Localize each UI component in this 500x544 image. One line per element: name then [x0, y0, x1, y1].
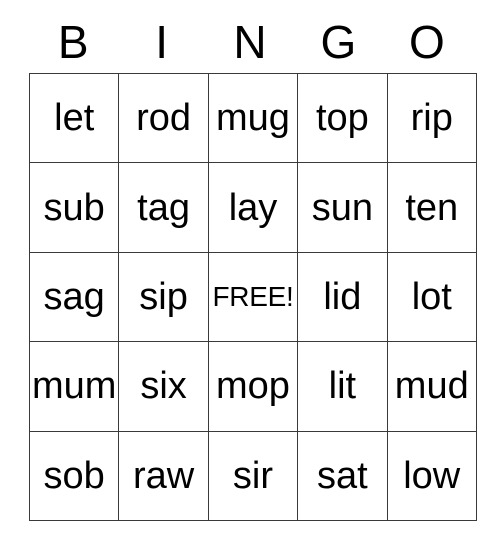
bingo-cell[interactable]: rod	[118, 72, 209, 164]
bingo-cell[interactable]: top	[297, 72, 388, 164]
bingo-card: B I N G O let rod mug top rip sub tag la…	[28, 0, 477, 521]
bingo-cell[interactable]: six	[118, 341, 209, 432]
bingo-header-letter-g: G	[320, 16, 357, 68]
bingo-cell[interactable]: rip	[386, 72, 477, 164]
bingo-row: sob raw sir sat low	[28, 430, 477, 521]
bingo-cell[interactable]: sun	[297, 162, 388, 253]
bingo-cell[interactable]: mum	[28, 341, 120, 432]
bingo-row: sag sip FREE! lid lot	[28, 251, 477, 343]
bingo-cell[interactable]: sip	[118, 251, 209, 343]
bingo-cell[interactable]: low	[386, 430, 477, 521]
bingo-cell[interactable]: mug	[207, 72, 299, 164]
bingo-cell[interactable]: sob	[28, 430, 120, 521]
bingo-cell[interactable]: let	[28, 72, 120, 164]
bingo-cell[interactable]: tag	[118, 162, 209, 253]
bingo-row: let rod mug top rip	[28, 72, 477, 164]
bingo-row: mum six mop lit mud	[28, 341, 477, 432]
bingo-cell[interactable]: mop	[207, 341, 299, 432]
bingo-cell[interactable]: raw	[118, 430, 209, 521]
bingo-cell[interactable]: mud	[386, 341, 477, 432]
bingo-cell[interactable]: lit	[297, 341, 388, 432]
bingo-free-space-cell[interactable]: FREE!	[207, 251, 299, 343]
bingo-cell[interactable]: sub	[28, 162, 120, 253]
bingo-cell[interactable]: sir	[207, 430, 299, 521]
bingo-header-letter-n: N	[233, 16, 267, 68]
bingo-row: sub tag lay sun ten	[28, 162, 477, 253]
bingo-cell[interactable]: sat	[297, 430, 388, 521]
bingo-cell[interactable]: sag	[28, 251, 120, 343]
bingo-header-letter-b: B	[57, 16, 89, 68]
bingo-header-letter-o: O	[408, 16, 445, 68]
bingo-cell[interactable]: lot	[386, 251, 477, 343]
bingo-header-row: B I N G O	[29, 0, 471, 73]
bingo-cell[interactable]: lid	[297, 251, 388, 343]
bingo-grid: let rod mug top rip sub tag lay sun ten …	[28, 72, 477, 521]
bingo-cell[interactable]: ten	[386, 162, 477, 253]
bingo-header-letter-i: I	[155, 16, 168, 68]
bingo-cell[interactable]: lay	[207, 162, 299, 253]
